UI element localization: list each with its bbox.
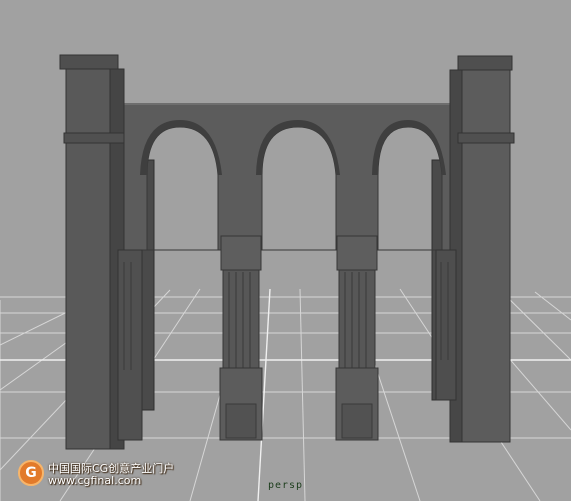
watermark-url: www.cgfinal.com <box>48 474 142 487</box>
arch-wall <box>114 103 461 251</box>
rear-arcade <box>131 159 453 411</box>
column-left-middle <box>219 235 263 441</box>
cgfinal-logo-icon: G <box>18 460 44 486</box>
perspective-viewport[interactable]: persp G 中国国际CG创意产业门户 www.cgfinal.com <box>0 0 571 501</box>
column-right-middle <box>335 235 379 441</box>
watermark: G 中国国际CG创意产业门户 www.cgfinal.com <box>18 458 188 492</box>
scene-canvas[interactable] <box>0 0 571 501</box>
